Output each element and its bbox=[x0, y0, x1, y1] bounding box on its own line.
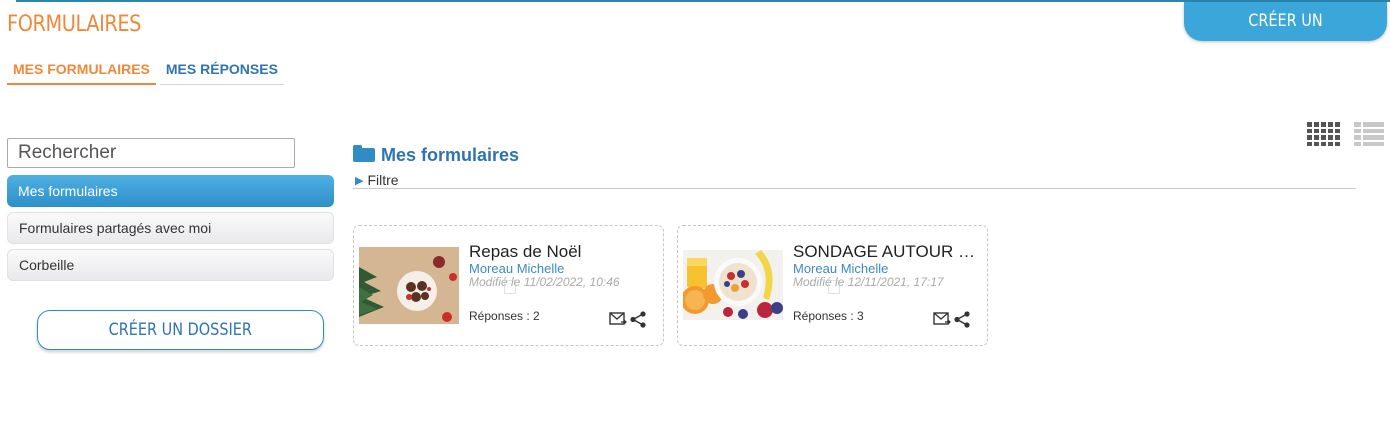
view-toggle bbox=[1307, 122, 1384, 146]
send-mail-icon[interactable] bbox=[609, 312, 627, 326]
form-responses-count: Réponses : 2 bbox=[469, 309, 540, 323]
main-heading-text: Mes formulaires bbox=[381, 145, 520, 165]
create-form-button[interactable]: CRÉER UN FORMULAIRE bbox=[1184, 2, 1387, 70]
form-author: Moreau Michelle bbox=[793, 261, 889, 276]
form-responses-count: Réponses : 3 bbox=[793, 309, 864, 323]
search-input[interactable] bbox=[7, 138, 295, 168]
sidebar-item-corbeille[interactable]: Corbeille bbox=[7, 249, 334, 281]
filter-label: Filtre bbox=[367, 172, 399, 188]
page-title: FORMULAIRES bbox=[7, 12, 142, 37]
folder-icon bbox=[353, 145, 375, 162]
document-icon bbox=[828, 280, 840, 294]
sidebar-item-partages[interactable]: Formulaires partagés avec moi bbox=[7, 212, 334, 244]
form-title[interactable]: SONDAGE AUTOUR DU PETIT DÉJEUNER bbox=[793, 242, 978, 262]
form-card[interactable]: Repas de Noël Moreau Michelle Modifié le… bbox=[353, 225, 664, 346]
form-thumbnail bbox=[683, 250, 783, 320]
sidebar-item-mes-formulaires[interactable]: Mes formulaires bbox=[7, 175, 334, 207]
form-thumbnail bbox=[359, 247, 459, 324]
create-folder-button-label: CRÉER UN DOSSIER bbox=[108, 319, 253, 340]
form-modified-date: Modifié le 11/02/2022, 10:46 bbox=[469, 275, 620, 289]
expand-triangle-icon: ▶ bbox=[355, 174, 364, 187]
send-mail-icon[interactable] bbox=[933, 312, 951, 326]
main-heading: Mes formulaires bbox=[353, 141, 519, 166]
create-form-button-label: CRÉER UN FORMULAIRE bbox=[1238, 11, 1333, 70]
form-title[interactable]: Repas de Noël bbox=[469, 242, 654, 262]
create-folder-button[interactable]: CRÉER UN DOSSIER bbox=[37, 310, 324, 350]
share-icon[interactable] bbox=[954, 311, 970, 328]
form-card[interactable]: SONDAGE AUTOUR DU PETIT DÉJEUNER Moreau … bbox=[677, 225, 988, 346]
form-modified-date: Modifié le 12/11/2021, 17:17 bbox=[793, 275, 944, 289]
tab-bar: MES FORMULAIRES MES RÉPONSES bbox=[7, 58, 288, 85]
document-icon bbox=[504, 280, 516, 294]
grid-view-icon[interactable] bbox=[1307, 122, 1340, 146]
share-icon[interactable] bbox=[630, 311, 646, 328]
form-author: Moreau Michelle bbox=[469, 261, 565, 276]
filter-toggle[interactable]: ▶ Filtre bbox=[355, 172, 399, 188]
tab-mes-reponses[interactable]: MES RÉPONSES bbox=[159, 58, 284, 85]
divider bbox=[353, 188, 1356, 189]
tab-mes-formulaires[interactable]: MES FORMULAIRES bbox=[7, 58, 156, 85]
list-view-icon[interactable] bbox=[1354, 122, 1384, 146]
